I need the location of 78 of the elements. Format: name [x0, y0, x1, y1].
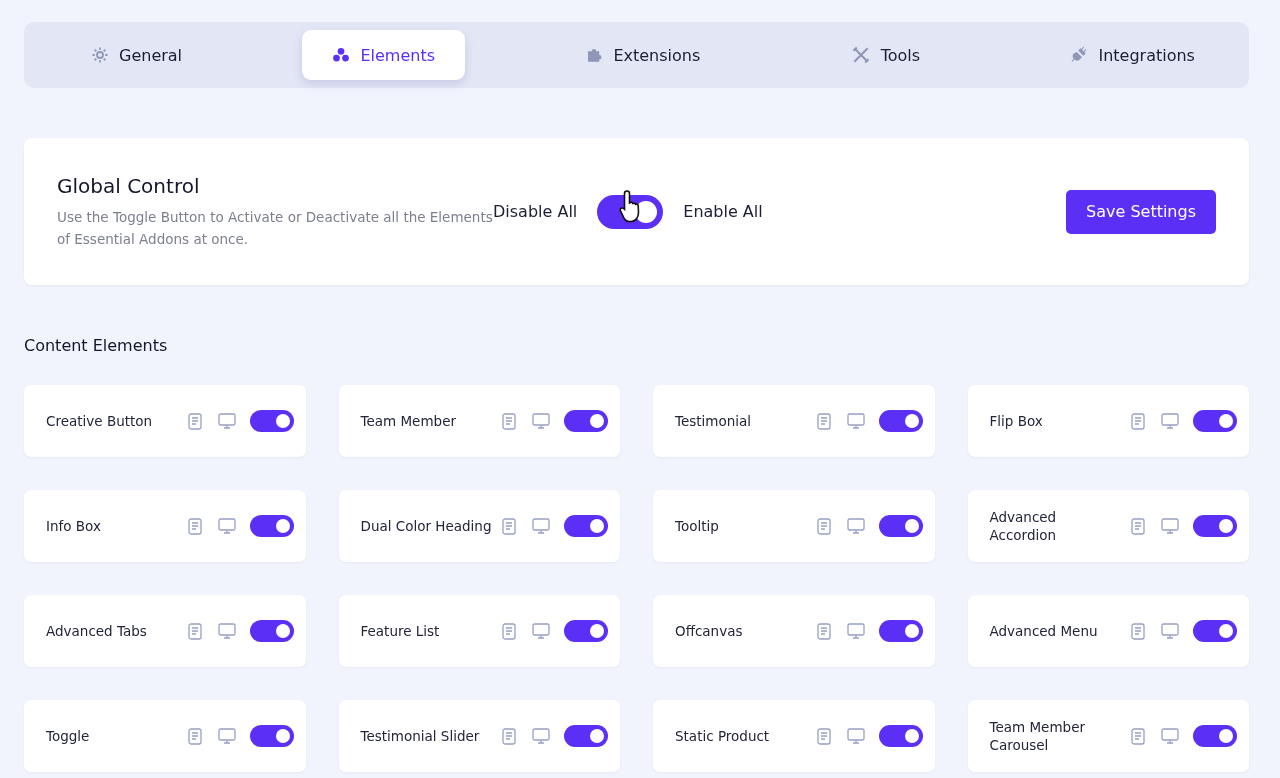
element-name: Team Member	[360, 412, 457, 430]
toggle-switch[interactable]	[249, 515, 294, 537]
element-name: Advanced Tabs	[46, 622, 148, 640]
document-icon[interactable]	[502, 622, 516, 640]
monitor-icon[interactable]	[1161, 412, 1179, 430]
toggle-switch[interactable]	[1193, 620, 1237, 642]
element-name: Info Box	[46, 517, 102, 535]
puzzle-icon	[585, 46, 604, 64]
toggle-switch[interactable]	[878, 725, 923, 747]
tab[interactable]: Extensions	[555, 30, 731, 80]
document-icon[interactable]	[1131, 517, 1145, 535]
monitor-icon[interactable]	[217, 517, 236, 535]
toggle-switch[interactable]	[249, 410, 294, 432]
toggle-switch[interactable]	[249, 620, 294, 642]
tab[interactable]: General	[61, 30, 213, 80]
monitor-icon[interactable]	[846, 517, 865, 535]
element-name: Tooltip	[675, 517, 720, 535]
element-name: Advanced Accordion	[989, 508, 1058, 544]
monitor-icon[interactable]	[532, 727, 550, 745]
monitor-icon[interactable]	[1161, 727, 1179, 745]
toggle-switch[interactable]	[878, 620, 923, 642]
toggle-switch[interactable]	[1193, 410, 1237, 432]
monitor-icon[interactable]	[846, 622, 865, 640]
toggle-switch[interactable]	[1193, 515, 1237, 537]
toggle-switch[interactable]	[1193, 725, 1237, 747]
monitor-icon[interactable]	[217, 622, 236, 640]
element-name: Static Product	[675, 727, 771, 745]
disable-all-label: Disable All	[493, 202, 578, 221]
toggle-switch[interactable]	[878, 515, 923, 537]
document-icon[interactable]	[502, 517, 516, 535]
element-name: Toggle	[46, 727, 91, 745]
document-icon[interactable]	[816, 412, 831, 430]
monitor-icon[interactable]	[532, 517, 550, 535]
document-icon[interactable]	[187, 622, 202, 640]
document-icon[interactable]	[187, 517, 202, 535]
element-name: Testimonial Slider	[360, 727, 481, 745]
document-icon[interactable]	[1131, 727, 1145, 745]
element-name: Advanced Menu	[989, 622, 1099, 640]
tab[interactable]: Integrations	[1040, 30, 1225, 80]
document-icon[interactable]	[187, 727, 202, 745]
element-name: Creative Button	[46, 412, 154, 430]
tab[interactable]: Elements	[302, 30, 465, 80]
monitor-icon[interactable]	[217, 727, 236, 745]
card-title: Global Control	[57, 173, 201, 198]
card-description: Use the Toggle Button to Activate or Deactivate all the Elements of Essential Addons at once.	[57, 207, 493, 249]
monitor-icon[interactable]	[532, 412, 550, 430]
monitor-icon[interactable]	[846, 412, 865, 430]
monitor-icon[interactable]	[532, 622, 550, 640]
document-icon[interactable]	[502, 412, 516, 430]
document-icon[interactable]	[816, 517, 831, 535]
toggle-switch[interactable]	[249, 725, 294, 747]
element-name: Dual Color Heading	[360, 517, 493, 535]
element-name: Flip Box	[989, 412, 1044, 430]
cubes-icon	[332, 46, 351, 64]
enable-all-label: Enable All	[683, 202, 763, 221]
section-title: Content Elements	[24, 336, 169, 355]
document-icon[interactable]	[816, 622, 831, 640]
tab[interactable]: Tools	[820, 30, 951, 80]
toggle-switch[interactable]	[564, 725, 608, 747]
element-name: Testimonial	[675, 412, 753, 430]
toggle-switch[interactable]	[878, 410, 923, 432]
monitor-icon[interactable]	[1161, 622, 1179, 640]
save-settings-button[interactable]: Save Settings	[1066, 189, 1216, 234]
element-name: Offcanvas	[675, 622, 744, 640]
element-name: Feature List	[360, 622, 441, 640]
monitor-icon[interactable]	[846, 727, 865, 745]
document-icon[interactable]	[187, 412, 202, 430]
document-icon[interactable]	[816, 727, 831, 745]
element-name: Team Member Carousel	[989, 718, 1086, 754]
plug-icon	[1070, 46, 1089, 64]
toggle-switch[interactable]	[564, 515, 608, 537]
monitor-icon[interactable]	[1161, 517, 1179, 535]
monitor-icon[interactable]	[217, 412, 236, 430]
toggle-switch[interactable]	[564, 620, 608, 642]
document-icon[interactable]	[502, 727, 516, 745]
toggle-switch[interactable]	[564, 410, 608, 432]
document-icon[interactable]	[1131, 412, 1145, 430]
document-icon[interactable]	[1131, 622, 1145, 640]
